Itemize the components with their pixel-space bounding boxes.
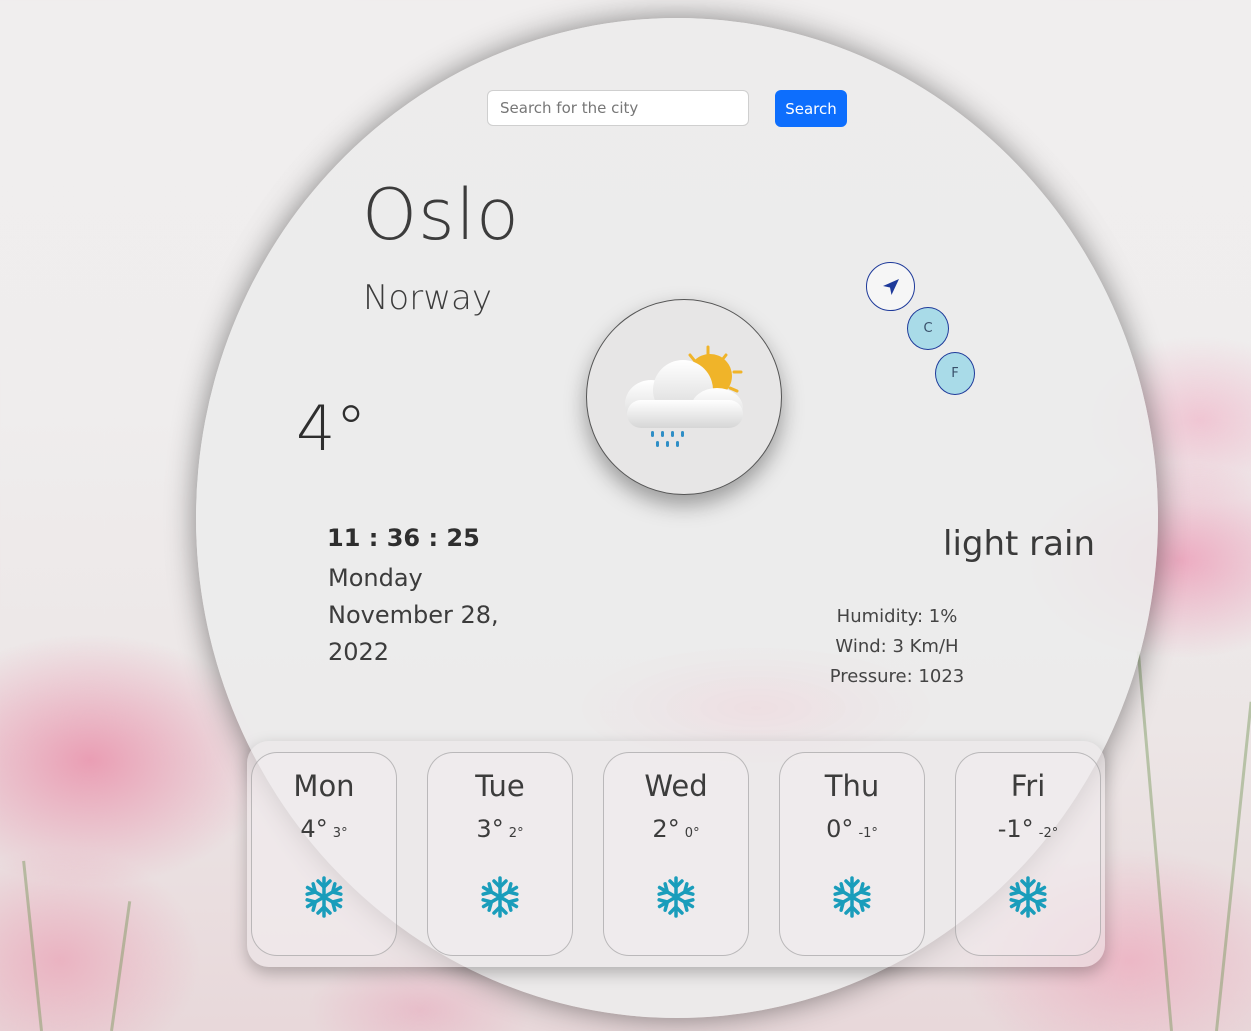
weather-details: Humidity: 1% Wind: 3 Km/H Pressure: 1023 — [822, 602, 972, 692]
forecast-max-temp: 3° — [476, 815, 504, 843]
country-name: Norway — [363, 278, 492, 318]
decorative-stem — [1136, 651, 1173, 1031]
weekday: Monday — [328, 564, 423, 592]
forecast-max-temp: -1° — [997, 815, 1034, 843]
forecast-max-temp: 0° — [826, 815, 854, 843]
celsius-button[interactable]: C — [907, 307, 949, 350]
forecast-day-card: Thu 0° -1° — [779, 752, 925, 956]
search-input[interactable] — [487, 90, 749, 126]
snowflake-icon — [305, 876, 343, 918]
forecast-day-card: Wed 2° 0° — [603, 752, 749, 956]
current-temperature: 4° — [296, 392, 367, 465]
forecast-min-temp: 3° — [332, 826, 348, 841]
snowflake-icon — [481, 876, 519, 918]
forecast-temps: 2° 0° — [604, 815, 748, 843]
forecast-day-name: Fri — [1010, 769, 1046, 803]
forecast-max-temp: 4° — [300, 815, 328, 843]
current-location-button[interactable] — [866, 262, 915, 311]
forecast-temps: 3° 2° — [428, 815, 572, 843]
forecast-panel: Mon 4° 3° Tue 3° 2° Wed 2° 0° Thu 0° -1°… — [247, 741, 1105, 967]
forecast-day-name: Tue — [475, 769, 525, 803]
forecast-day-card: Fri -1° -2° — [955, 752, 1101, 956]
forecast-max-temp: 2° — [652, 815, 680, 843]
current-date: Monday November 28, 2022 — [328, 560, 518, 671]
snowflake-icon — [1009, 876, 1047, 918]
forecast-temps: 4° 3° — [252, 815, 396, 843]
date-year: 2022 — [328, 638, 390, 666]
humidity: Humidity: 1% — [836, 606, 958, 627]
forecast-day-card: Mon 4° 3° — [251, 752, 397, 956]
current-time: 11 : 36 : 25 — [327, 524, 480, 552]
pressure: Pressure: 1023 — [829, 666, 965, 687]
decorative-stem — [1215, 701, 1251, 1031]
city-name: Oslo — [362, 174, 520, 256]
forecast-min-temp: -2° — [1038, 826, 1059, 841]
forecast-min-temp: 0° — [684, 826, 700, 841]
decorative-stem — [110, 901, 132, 1031]
forecast-temps: 0° -1° — [780, 815, 924, 843]
sun-behind-rain-cloud-icon — [625, 345, 743, 447]
forecast-min-temp: 2° — [508, 826, 524, 841]
navigation-arrow-icon — [882, 278, 899, 295]
forecast-day-name: Thu — [824, 769, 880, 803]
fahrenheit-button[interactable]: F — [935, 352, 975, 395]
forecast-temps: -1° -2° — [956, 815, 1100, 843]
weather-description: light rain — [943, 524, 1095, 564]
search-button[interactable]: Search — [775, 90, 847, 127]
decorative-stem — [22, 860, 43, 1031]
snowflake-icon — [657, 876, 695, 918]
date-month-day: November 28, — [328, 601, 499, 629]
forecast-day-card: Tue 3° 2° — [427, 752, 573, 956]
forecast-day-name: Mon — [293, 769, 355, 803]
snowflake-icon — [833, 876, 871, 918]
forecast-day-name: Wed — [644, 769, 708, 803]
weather-icon-container — [586, 299, 782, 495]
wind: Wind: 3 Km/H — [835, 636, 959, 657]
forecast-min-temp: -1° — [858, 826, 878, 841]
